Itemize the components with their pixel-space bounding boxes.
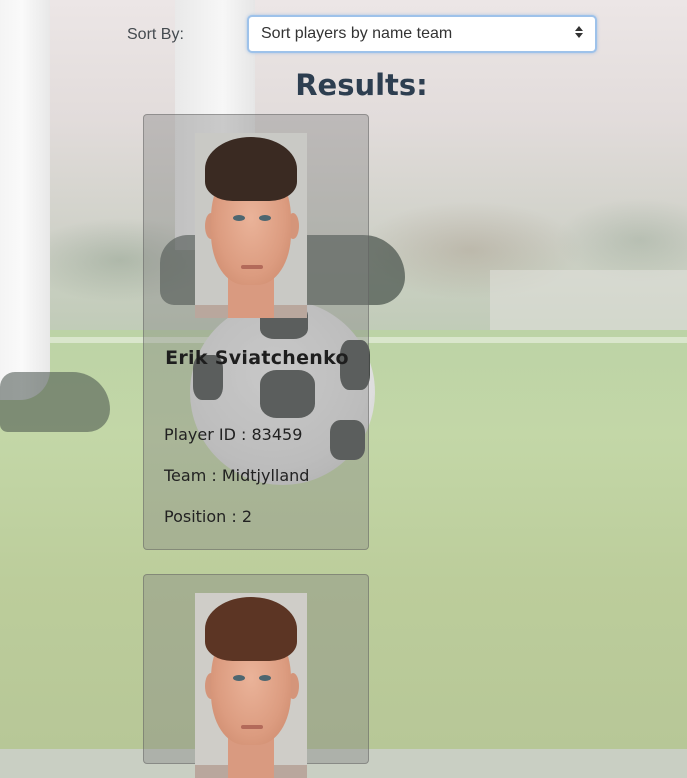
player-id-label: Player ID : [164, 425, 252, 444]
sort-by-label: Sort By: [127, 26, 184, 43]
sort-arrows-icon [575, 26, 583, 38]
player-position-line: Position : 2 [164, 507, 252, 526]
player-position-value: 2 [241, 507, 253, 526]
player-id-line: Player ID : 83459 [164, 425, 302, 444]
results-heading: Results: [295, 68, 428, 102]
player-card: Erik Sviatchenko Player ID : 83459 Team … [143, 114, 369, 550]
player-id-value: 83459 [251, 425, 303, 444]
player-position-label: Position : [164, 507, 242, 526]
player-photo [195, 133, 307, 318]
player-card [143, 574, 369, 778]
player-photo [195, 593, 307, 778]
player-team-line: Team : Midtjylland [164, 466, 309, 485]
player-team-value: Midtjylland [221, 466, 310, 485]
sort-select[interactable]: Sort players by name team [247, 15, 597, 53]
player-name: Erik Sviatchenko [165, 347, 349, 369]
sort-select-value: Sort players by name team [261, 25, 453, 42]
player-team-label: Team : [164, 466, 222, 485]
